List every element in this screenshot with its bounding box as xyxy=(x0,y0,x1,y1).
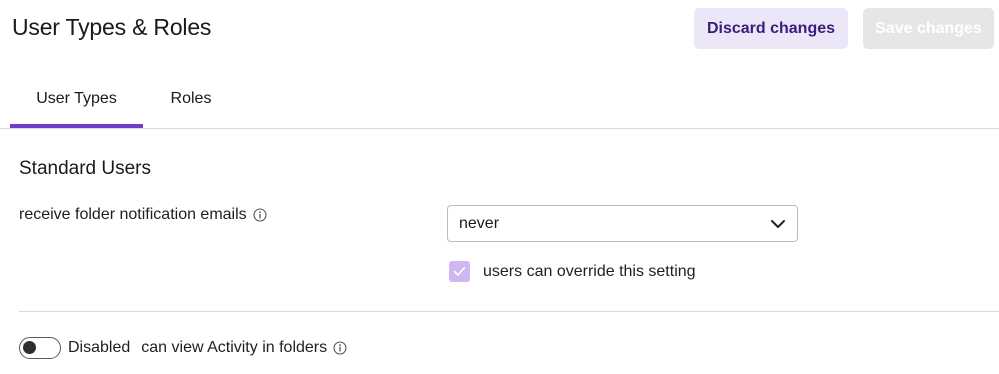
folder-notification-setting: receive folder notification emails xyxy=(19,206,267,224)
tab-roles[interactable]: Roles xyxy=(150,80,232,128)
checkmark-icon xyxy=(453,266,466,276)
tabs-divider xyxy=(0,128,999,129)
save-changes-button[interactable]: Save changes xyxy=(863,8,994,49)
folder-notification-select[interactable]: never xyxy=(447,205,798,242)
discard-changes-button[interactable]: Discard changes xyxy=(694,8,848,49)
info-icon[interactable] xyxy=(333,341,347,355)
activity-toggle[interactable] xyxy=(19,337,61,359)
page-title: User Types & Roles xyxy=(12,14,212,40)
activity-label: can view Activity in folders xyxy=(141,339,328,356)
section-title: Standard Users xyxy=(19,158,152,179)
select-value: never xyxy=(459,214,500,232)
row-divider xyxy=(19,311,999,312)
override-checkbox[interactable] xyxy=(449,261,470,282)
override-option: users can override this setting xyxy=(449,261,696,282)
override-label: users can override this setting xyxy=(483,262,696,280)
toggle-knob xyxy=(23,341,36,354)
tab-bar: User Types Roles xyxy=(0,80,999,130)
chevron-down-icon xyxy=(771,220,785,228)
tab-user-types[interactable]: User Types xyxy=(10,80,143,128)
activity-setting: Disabled can view Activity in folders xyxy=(19,337,347,359)
info-icon[interactable] xyxy=(253,208,267,222)
toggle-status-label: Disabled xyxy=(68,339,131,356)
folder-notification-label: receive folder notification emails xyxy=(19,206,247,223)
